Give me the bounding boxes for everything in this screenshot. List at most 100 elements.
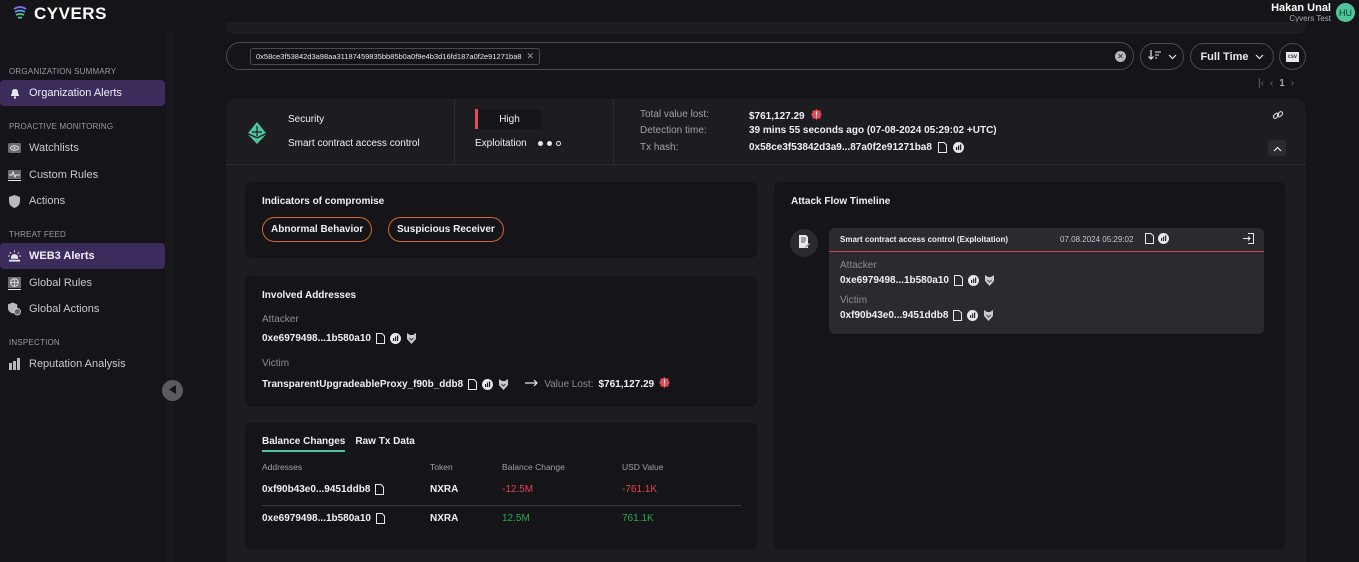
sidebar-item-organization-alerts[interactable]: Organization Alerts <box>0 80 165 106</box>
user-menu[interactable]: Hakan Unal Cyvers Test HU <box>1271 2 1355 23</box>
balance-tabs: Balance Changes Raw Tx Data <box>262 436 415 452</box>
sidebar-item-label: Actions <box>29 195 66 207</box>
sidebar-item-label: Watchlists <box>29 142 79 154</box>
chevron-down-icon <box>1168 51 1177 63</box>
first-page-icon[interactable]: |‹ <box>1258 78 1264 89</box>
timeline-attacker-row: 0xe6979498...1b580a10 <box>840 275 995 286</box>
tx-hash-value[interactable]: 0x58ce3f53842d3a9...87a0f2e91271ba8 <box>749 142 932 153</box>
open-event-icon[interactable] <box>1243 233 1254 247</box>
sidebar-item-label: Custom Rules <box>29 169 99 181</box>
csv-icon: CSV <box>1286 51 1299 62</box>
copy-icon[interactable] <box>375 484 385 495</box>
usd-value-cell: -761.1K <box>622 484 658 495</box>
balance-change-cell: -12.5M <box>502 484 534 495</box>
copy-icon[interactable] <box>376 333 385 344</box>
copy-icon[interactable] <box>376 513 385 524</box>
detection-time-label: Detection time: <box>640 125 707 136</box>
copy-icon[interactable] <box>1145 233 1154 244</box>
tab-balance-changes[interactable]: Balance Changes <box>262 436 346 452</box>
prev-page-icon[interactable]: ‹ <box>1270 78 1273 89</box>
token-cell: NXRA <box>430 484 459 495</box>
logo[interactable]: CYVERS <box>12 4 107 24</box>
chip-text: 0x58ce3f53842d3a98aa31187459835bb85b0a0f… <box>256 52 522 61</box>
victim-address[interactable]: TransparentUpgradeableProxy_f90b_ddb8 <box>262 379 463 390</box>
collapse-sidebar-button[interactable] <box>162 380 183 401</box>
usd-value-cell: 761.1K <box>622 513 654 524</box>
attacker-address[interactable]: 0xe6979498...1b580a10 <box>262 333 371 344</box>
sidebar-item-reputation-analysis[interactable]: Reputation Analysis <box>0 351 165 377</box>
involved-addresses-panel: Involved Addresses Attacker 0xe6979498..… <box>245 276 757 407</box>
shield-fox-icon[interactable] <box>498 378 509 390</box>
row-address[interactable]: 0xf90b43e0...9451ddb8 <box>262 484 370 495</box>
copy-icon[interactable] <box>954 275 963 286</box>
avatar[interactable]: HU <box>1336 3 1355 22</box>
bell-icon <box>8 87 21 100</box>
clear-search-icon[interactable]: ✕ <box>1115 51 1126 62</box>
time-filter-label: Full Time <box>1200 50 1249 63</box>
chip-remove-icon[interactable]: ✕ <box>527 51 535 62</box>
pulse-icon <box>8 169 21 182</box>
search-chip: 0x58ce3f53842d3a98aa31187459835bb85b0a0f… <box>250 48 541 65</box>
time-filter-dropdown[interactable]: Full Time <box>1190 43 1274 70</box>
total-value-lost-value: $761,127.29 <box>749 110 805 122</box>
attacker-address-row: 0xe6979498...1b580a10 <box>262 333 417 344</box>
explorer-icon[interactable] <box>482 378 494 390</box>
timeline-victim-address[interactable]: 0xf90b43e0...9451ddb8 <box>840 310 948 321</box>
alert-header[interactable]: Security Smart contract access control H… <box>226 99 1306 165</box>
header-divider <box>454 99 455 165</box>
shield-fox-icon[interactable] <box>406 333 417 344</box>
sort-button[interactable] <box>1140 43 1184 70</box>
pagination: |‹ ‹ 1 › <box>1258 78 1294 89</box>
address-cell: 0xf90b43e0...9451ddb8 <box>262 484 385 495</box>
next-page-icon[interactable]: › <box>1291 78 1294 89</box>
copy-icon[interactable] <box>468 378 478 390</box>
explorer-icon[interactable] <box>967 310 979 321</box>
triangle-left-icon <box>168 384 177 397</box>
tab-raw-tx-data[interactable]: Raw Tx Data <box>355 436 414 452</box>
address-cell: 0xe6979498...1b580a10 <box>262 513 385 524</box>
severity-badge: High <box>475 109 541 129</box>
row-address[interactable]: 0xe6979498...1b580a10 <box>262 513 371 524</box>
chevron-up-icon <box>1273 142 1282 155</box>
timeline-title: Attack Flow Timeline <box>791 196 891 207</box>
sidebar-item-web3-alerts[interactable]: WEB3 Alerts <box>0 243 165 269</box>
copy-icon[interactable] <box>953 310 963 321</box>
sidebar-item-global-rules[interactable]: Global Rules <box>0 270 165 296</box>
ioc-tag[interactable]: Abnormal Behavior <box>262 217 373 242</box>
explorer-icon[interactable] <box>952 142 964 153</box>
timeline-event-card[interactable]: Smart contract access control (Exploitat… <box>829 228 1264 334</box>
value-lost-label: Value Lost: <box>544 378 594 390</box>
explorer-icon[interactable] <box>968 275 979 286</box>
top-panel-edge <box>226 22 1306 34</box>
explorer-icon[interactable] <box>1158 233 1169 244</box>
sidebar-item-custom-rules[interactable]: Custom Rules <box>0 162 165 188</box>
sidebar-item-global-actions[interactable]: Global Actions <box>0 296 165 322</box>
link-icon[interactable] <box>1272 109 1284 124</box>
siren-icon <box>8 250 21 263</box>
shield-fox-icon[interactable] <box>983 310 994 321</box>
total-value-lost: $761,127.29 <box>749 109 822 123</box>
copy-icon[interactable] <box>937 142 947 153</box>
section-organization-summary: ORGANIZATION SUMMARY <box>9 67 117 76</box>
alert-badge-icon <box>810 109 822 123</box>
balance-change-cell: 12.5M <box>502 513 530 524</box>
user-name: Hakan Unal <box>1271 2 1331 14</box>
sidebar-item-watchlists[interactable]: Watchlists <box>0 135 165 161</box>
search-input[interactable]: 0x58ce3f53842d3a98aa31187459835bb85b0a0f… <box>226 42 1134 70</box>
alert-subcategory: Smart contract access control <box>288 138 420 149</box>
section-proactive-monitoring: PROACTIVE MONITORING <box>9 122 114 131</box>
explorer-icon[interactable] <box>390 333 401 344</box>
collapse-alert-button[interactable] <box>1268 140 1286 156</box>
sidebar-item-label: WEB3 Alerts <box>29 250 95 262</box>
sidebar-divider <box>166 30 174 562</box>
sidebar-item-actions[interactable]: Actions <box>0 188 165 214</box>
shield-icon <box>8 194 21 208</box>
shield-fox-icon[interactable] <box>984 275 995 286</box>
ioc-tag[interactable]: Suspicious Receiver <box>388 217 504 242</box>
timeline-attacker-address[interactable]: 0xe6979498...1b580a10 <box>840 275 949 286</box>
export-csv-button[interactable]: CSV <box>1279 43 1306 70</box>
column-header: Token <box>430 462 453 472</box>
sidebar-item-label: Organization Alerts <box>29 87 122 99</box>
current-page[interactable]: 1 <box>1279 78 1285 89</box>
victim-label: Victim <box>262 358 290 369</box>
